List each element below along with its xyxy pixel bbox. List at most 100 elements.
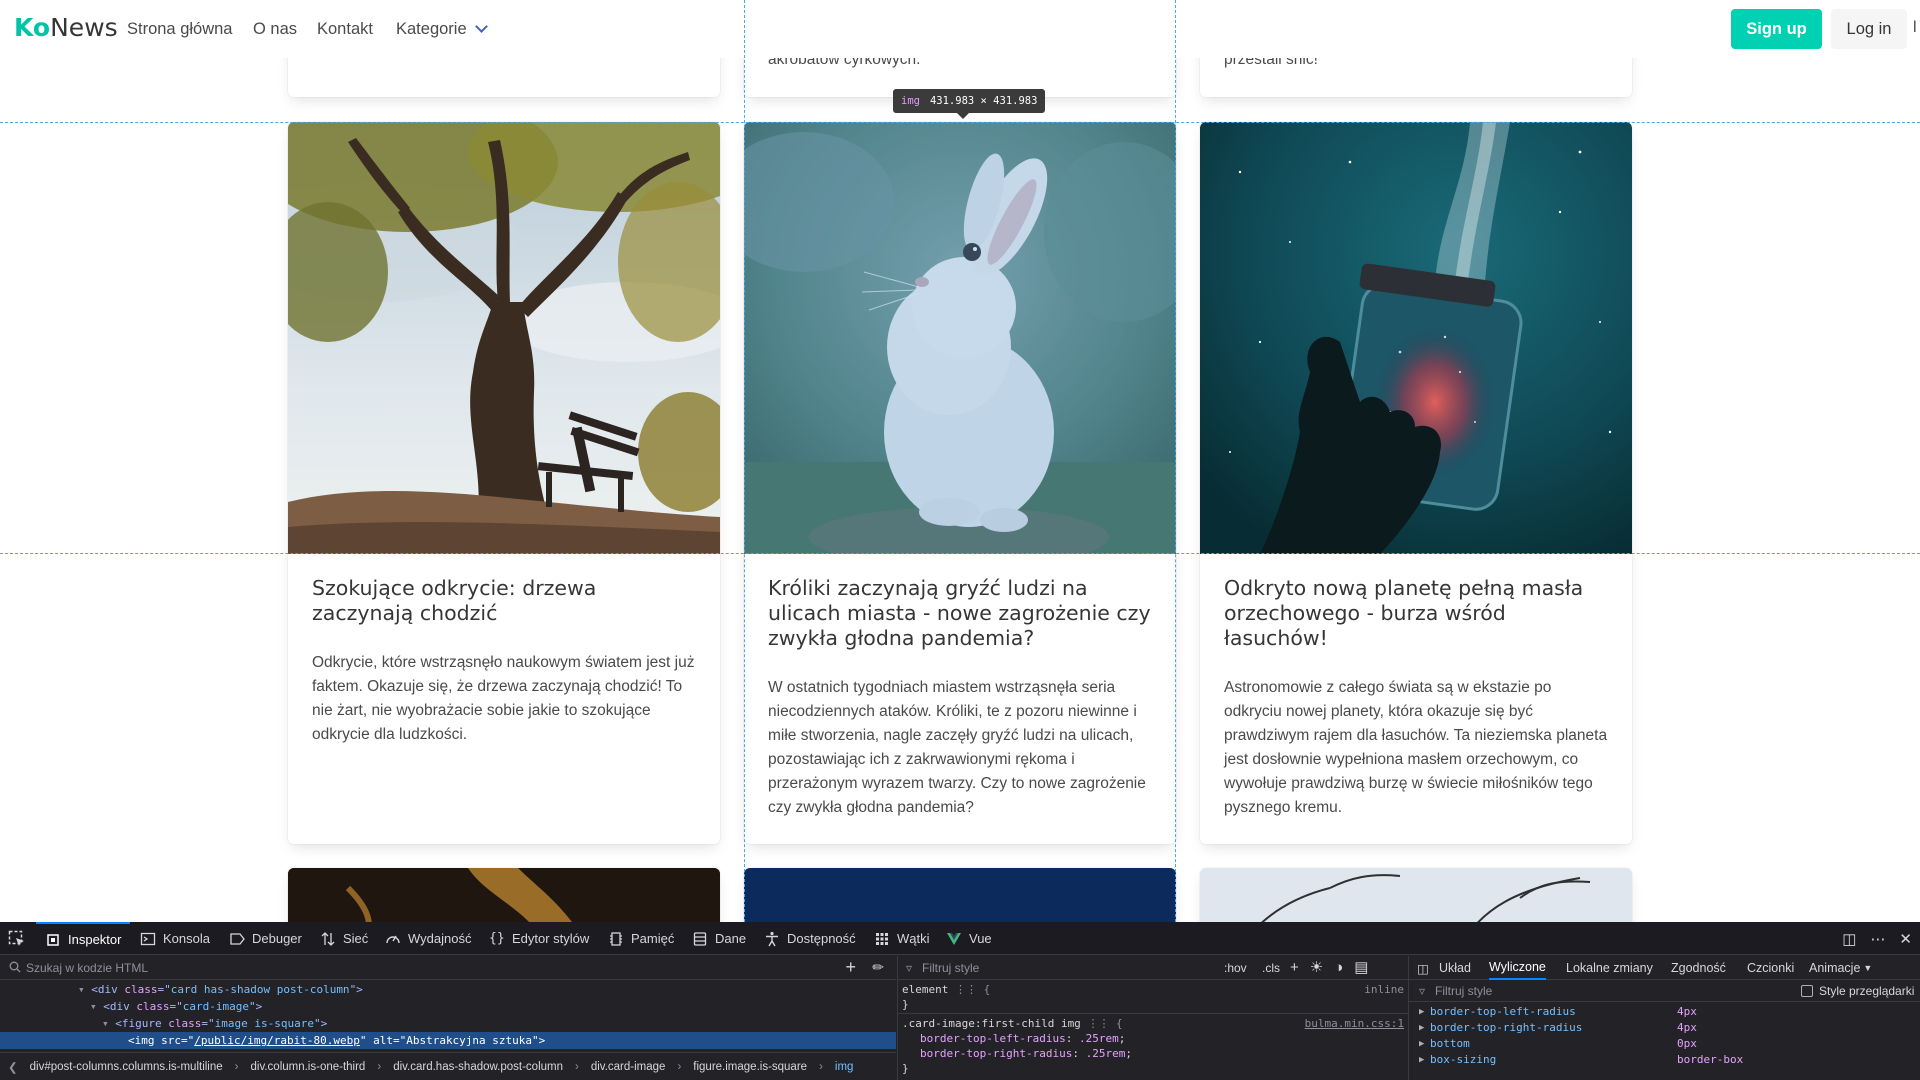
debugger-icon (230, 932, 245, 945)
markup-line-selected[interactable]: <img src="/public/img/rabit-80.webp" alt… (0, 1032, 896, 1049)
sidebar-toggle-icon[interactable]: ◫ (1417, 956, 1429, 980)
more-options-icon[interactable]: ⋯ (1870, 930, 1885, 948)
nav-edge-text: l (1913, 19, 1917, 36)
nav-about[interactable]: O nas (253, 20, 297, 39)
post-title[interactable]: Króliki zaczynają gryźć ludzi na ulicach… (768, 576, 1152, 651)
eyedropper-icon[interactable]: ✏ (872, 959, 884, 976)
tab-accessibility-label: Dostępność (787, 931, 856, 946)
devtools-window-controls: ◫ ⋯ ✕ (1842, 922, 1912, 955)
tab-threads-label: Wątki (897, 931, 930, 946)
tab-changes[interactable]: Lokalne zmiany (1566, 956, 1653, 980)
html-search-input[interactable]: Szukaj w kodzie HTML (26, 961, 148, 975)
post-title[interactable]: Odkryto nową planetę pełną masła orzecho… (1224, 576, 1608, 651)
rule-declaration[interactable]: border-top-right-radius: .25rem; (898, 1046, 1408, 1061)
markup-line[interactable]: ▾ <div class="card has-shadow post-colum… (0, 981, 896, 998)
tab-network-label: Sieć (343, 931, 369, 946)
brand-logo[interactable]: KoNews (14, 13, 118, 42)
tab-memory[interactable]: Pamięć (608, 922, 674, 955)
hover-state-toggle[interactable]: :hov (1224, 961, 1247, 975)
close-icon[interactable]: ✕ (1899, 930, 1912, 948)
breadcrumb: ❮ div#post-columns.columns.is-multiline ›… (0, 1052, 896, 1080)
markup-line[interactable]: ▾ <figure class="image is-square"> (0, 1015, 896, 1032)
style-editor-icon: {} (489, 930, 505, 946)
rule-close-brace: } (902, 998, 909, 1011)
element-picker-icon[interactable] (8, 930, 26, 948)
signup-button[interactable]: Sign up (1731, 9, 1822, 49)
post-card-bottom-right[interactable] (1200, 868, 1632, 922)
tab-layout[interactable]: Układ (1439, 956, 1471, 980)
tab-compatibility[interactable]: Zgodność (1671, 956, 1726, 980)
computed-property[interactable]: ▶ border-top-right-radius 4px (1409, 1020, 1920, 1036)
rule-selector[interactable]: .card-image:first-child img ⋮⋮ { bulma.m… (898, 1016, 1408, 1031)
rule-source-link[interactable]: bulma.min.css:1 (1305, 1016, 1404, 1031)
tab-accessibility[interactable]: Dostępność (764, 922, 856, 955)
rules-filter-input[interactable]: Filtruj style (922, 961, 979, 975)
search-icon (9, 961, 21, 973)
breadcrumb-item[interactable]: div.card.has-shadow.post-column (393, 1061, 563, 1073)
class-toggle[interactable]: .cls (1262, 961, 1280, 975)
tab-animations[interactable]: Animacje ▼ (1809, 956, 1872, 980)
post-image-tree[interactable] (288, 122, 720, 554)
breadcrumb-item[interactable]: div#post-columns.columns.is-multiline (30, 1061, 223, 1073)
tab-performance[interactable]: Wydajność (385, 922, 471, 955)
post-body: Astronomowie z całego świata są w ekstaz… (1224, 679, 1608, 816)
tab-fonts[interactable]: Czcionki (1747, 956, 1794, 980)
markup-line[interactable]: ▾ <div class="card-image"> (0, 998, 896, 1015)
devtools-toolbar: Inspektor Konsola Debuger Sieć Wydajność… (0, 922, 1920, 955)
breadcrumb-item-current[interactable]: img (835, 1061, 854, 1073)
nav-categories[interactable]: Kategorie (396, 20, 488, 39)
nav-contact[interactable]: Kontakt (317, 20, 373, 39)
tab-threads[interactable]: Wątki (874, 922, 930, 955)
breadcrumb-item[interactable]: div.column.is-one-third (251, 1061, 366, 1073)
tooltip-tag: img (901, 95, 920, 107)
markup-view: Szukaj w kodzie HTML + ✏ ▾ <div class="c… (0, 956, 896, 1080)
post-card-bottom-left[interactable] (288, 868, 720, 922)
post-image-jar[interactable] (1200, 122, 1632, 554)
breadcrumb-scroll-left-icon[interactable]: ❮ (8, 1060, 18, 1074)
tab-network[interactable]: Sieć (320, 922, 368, 955)
filter-icon: ▿ (1419, 984, 1426, 998)
post-title[interactable]: Szokujące odkrycie: drzewa zaczynają cho… (312, 576, 696, 626)
web-page: KoNews Strona główna O nas Kontakt Kateg… (0, 0, 1920, 922)
tooltip-size: 431.983 × 431.983 (929, 95, 1038, 107)
rule-element[interactable]: element ⋮⋮ { inline (898, 982, 1408, 997)
tab-style-editor-label: Edytor stylów (512, 931, 590, 946)
dock-side-icon[interactable]: ◫ (1842, 930, 1856, 948)
tab-storage[interactable]: Dane (692, 922, 746, 955)
browser-styles-checkbox[interactable] (1801, 985, 1813, 997)
tab-style-editor[interactable]: {} Edytor stylów (489, 922, 589, 955)
add-rule-icon[interactable]: + (1290, 959, 1310, 976)
tab-inspector[interactable]: Inspektor (36, 922, 131, 955)
tab-inspector-label: Inspektor (68, 932, 122, 947)
print-media-icon[interactable]: ▤ (1354, 959, 1379, 976)
computed-property[interactable]: ▶ box-sizing border-box (1409, 1052, 1920, 1068)
html-search-bar[interactable]: Szukaj w kodzie HTML + ✏ (0, 956, 896, 980)
tab-storage-label: Dane (715, 931, 747, 946)
breadcrumb-item[interactable]: figure.image.is-square (693, 1061, 807, 1073)
tab-vue[interactable]: Vue (946, 922, 992, 955)
light-mode-icon[interactable]: ☀ (1310, 959, 1334, 976)
dark-mode-icon[interactable]: ◑ (1334, 959, 1354, 976)
tab-performance-label: Wydajność (408, 931, 472, 946)
inspector-guide-top (0, 122, 1920, 123)
rule-element-source: inline (1364, 983, 1404, 996)
devtools-panel: Inspektor Konsola Debuger Sieć Wydajność… (0, 922, 1920, 1080)
computed-property[interactable]: ▶ bottom 0px (1409, 1036, 1920, 1052)
nav-home[interactable]: Strona główna (127, 20, 233, 39)
computed-filter-input[interactable]: Filtruj style (1435, 984, 1492, 998)
post-card[interactable]: Szokujące odkrycie: drzewa zaczynają cho… (288, 122, 720, 844)
add-node-icon[interactable]: + (845, 957, 856, 978)
inspector-highlight (744, 122, 1176, 554)
chevron-down-icon: ▼ (1863, 963, 1873, 973)
post-card-bottom-middle[interactable] (744, 868, 1176, 922)
brand-news: News (50, 13, 118, 42)
tab-computed[interactable]: Wyliczone (1489, 956, 1546, 980)
computed-property[interactable]: ▶ border-top-left-radius 4px (1409, 1004, 1920, 1020)
rule-declaration[interactable]: border-top-left-radius: .25rem; (898, 1031, 1408, 1046)
rule-close-brace: } (902, 1062, 909, 1075)
post-card[interactable]: Odkryto nową planetę pełną masła orzecho… (1200, 122, 1632, 844)
breadcrumb-item[interactable]: div.card-image (591, 1061, 666, 1073)
login-button[interactable]: Log in (1831, 9, 1907, 49)
tab-debugger[interactable]: Debuger (229, 922, 302, 955)
tab-console[interactable]: Konsola (140, 922, 210, 955)
